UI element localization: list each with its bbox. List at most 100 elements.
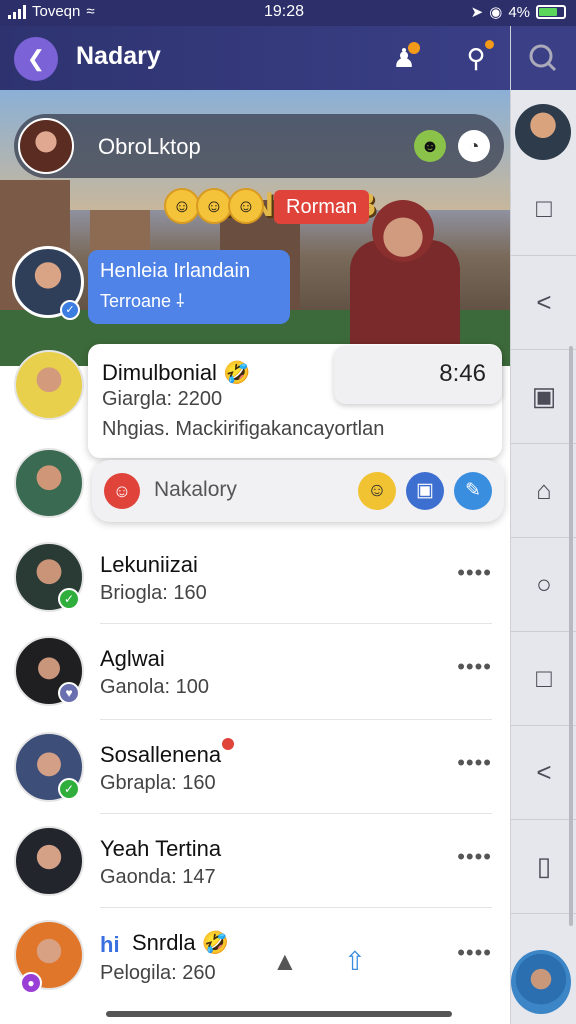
list-item[interactable]: ✓ Lekuniizai Briogla: 160 ••••: [0, 530, 510, 624]
divider: [100, 623, 492, 624]
home-indicator[interactable]: [106, 1011, 452, 1017]
bubble-subtitle: Terroane ⸸: [100, 291, 185, 311]
list-item[interactable]: ✓ Sosallenena Gbrapla: 160 ••••: [0, 720, 510, 814]
chat-preview: Ganola: 100: [100, 676, 209, 698]
list-item[interactable]: Yeah Tertina Gaonda: 147 ••••: [0, 814, 510, 908]
chat-preview: Gbrapla: 160: [100, 772, 216, 794]
status-right: ➤ ◉ 4%: [471, 3, 566, 21]
share-icon: <: [536, 287, 552, 317]
card-name: Dimulbonial 🤣: [102, 360, 251, 385]
battery-icon: [536, 5, 566, 19]
chat-name-prefix: hi: [100, 932, 120, 957]
carrier-label: Toveqn: [32, 3, 81, 20]
status-bar: Toveqn ≈ 19:28 ➤ ◉ 4%: [0, 0, 576, 26]
chat-name: Yeah Tertina: [100, 836, 222, 861]
avatar[interactable]: [14, 350, 84, 420]
laugh-emoji-icon: ☺: [164, 188, 200, 224]
chat-name: Aglwai: [100, 646, 165, 671]
verified-badge-icon: ✓: [60, 300, 80, 320]
page-title: Nadary: [76, 42, 161, 70]
card-line2: Nhgias. Mackirifigakancayortlan: [102, 418, 385, 440]
clock: 19:28: [264, 3, 305, 20]
globe-icon[interactable]: ◔: [458, 130, 490, 162]
time-bubble: 8:46: [334, 346, 502, 404]
heart-badge-icon: ♥: [58, 682, 80, 704]
list-item[interactable]: ● hi Snrdla 🤣 Pelogila: 260 ••••: [0, 908, 510, 1008]
window-icon: ▣: [531, 381, 557, 411]
signal-icon: [8, 4, 26, 19]
rail-square[interactable]: □: [511, 632, 576, 726]
avatar[interactable]: [14, 448, 84, 518]
rail-share[interactable]: <: [511, 256, 576, 350]
gamepad-icon[interactable]: ▣: [406, 472, 444, 510]
group-pill[interactable]: ObroLktop ☻ ◔: [14, 114, 504, 178]
search-icon: ⚲: [466, 43, 486, 73]
building-icon: ⌂: [536, 475, 552, 505]
reply-input[interactable]: ☺ Nakalory ☺ ▣ ✎: [92, 460, 504, 522]
rail-avatar[interactable]: [515, 104, 571, 160]
rail-chat[interactable]: □: [511, 162, 576, 256]
chat-name: Snrdla 🤣: [132, 930, 230, 955]
rail-scrollbar[interactable]: [569, 346, 573, 926]
rail-profile-avatar[interactable]: [511, 950, 571, 1014]
rail-search[interactable]: [511, 26, 576, 90]
people-button[interactable]: ♟: [386, 40, 422, 76]
rail-message[interactable]: ○: [511, 538, 576, 632]
app-header: ❮ Nadary ♟ ⚲: [0, 26, 510, 90]
square-icon: □: [536, 663, 552, 693]
wifi-icon: ≈: [86, 3, 95, 20]
rail-window[interactable]: ▣: [511, 350, 576, 444]
message-bubble[interactable]: Henleia Irlandain Terroane ⸸: [88, 250, 290, 324]
more-options-button[interactable]: ••••: [457, 560, 492, 586]
attach-icon[interactable]: ▲: [272, 946, 298, 977]
rail-building[interactable]: ⌂: [511, 444, 576, 538]
hero-head: [372, 200, 434, 262]
chat-name: Sosallenena: [100, 742, 222, 767]
rail-folder[interactable]: ▯: [511, 820, 576, 914]
status-badge-icon: ●: [20, 972, 42, 994]
grin-emoji-icon: ☺: [196, 188, 232, 224]
more-options-button[interactable]: ••••: [457, 940, 492, 966]
chat-bubble-icon: □: [536, 193, 552, 223]
verified-badge-icon: ✓: [58, 588, 80, 610]
more-options-button[interactable]: ••••: [457, 654, 492, 680]
verified-badge-icon: ✓: [58, 778, 80, 800]
bubble-title: Henleia Irlandain: [100, 260, 251, 282]
folder-icon: ▯: [536, 851, 552, 881]
back-arrow-icon: ❮: [26, 46, 46, 71]
more-options-button[interactable]: ••••: [457, 750, 492, 776]
name-tag[interactable]: Rorman: [274, 190, 370, 224]
chat-preview: Gaonda: 147: [100, 866, 216, 888]
right-rail: □ < ▣ ⌂ ○ □ < ▯: [510, 26, 576, 1024]
share-up-icon[interactable]: ⇧: [344, 946, 366, 977]
thumbs-up-icon[interactable]: ✎: [454, 472, 492, 510]
search-icon: [529, 44, 557, 72]
emoji-icon[interactable]: ☺: [358, 472, 396, 510]
chat-preview: Pelogila: 260: [100, 962, 216, 984]
chat-name: Lekuniizai: [100, 552, 198, 577]
wink-emoji-icon: ☺: [228, 188, 264, 224]
chevron-left-icon: <: [536, 757, 552, 787]
location-icon: ➤: [470, 4, 484, 21]
list-item[interactable]: ♥ Aglwai Ganola: 100 ••••: [0, 626, 510, 720]
reply-placeholder: Nakalory: [154, 478, 237, 501]
status-left: Toveqn ≈: [8, 3, 95, 20]
unread-dot: [222, 738, 234, 750]
avatar: [14, 826, 84, 896]
notification-dot: [485, 40, 494, 49]
rail-back[interactable]: <: [511, 726, 576, 820]
card-line1: Giargla: 2200: [102, 388, 223, 410]
reply-avatar-icon: ☺: [104, 473, 140, 509]
notification-dot: [408, 42, 420, 54]
chat-preview: Briogla: 160: [100, 582, 207, 604]
search-button[interactable]: ⚲: [458, 40, 494, 76]
back-button[interactable]: ❮: [14, 37, 58, 81]
group-name: ObroLktop: [98, 134, 201, 159]
more-options-button[interactable]: ••••: [457, 844, 492, 870]
avatar: [18, 118, 74, 174]
battery-percent: 4%: [508, 3, 530, 21]
reaction-emojis[interactable]: ☺ ☺ ☺: [164, 188, 264, 224]
message-icon: ○: [536, 569, 552, 599]
alarm-icon: ◉: [489, 4, 503, 21]
emoji-icon[interactable]: ☻: [414, 130, 446, 162]
